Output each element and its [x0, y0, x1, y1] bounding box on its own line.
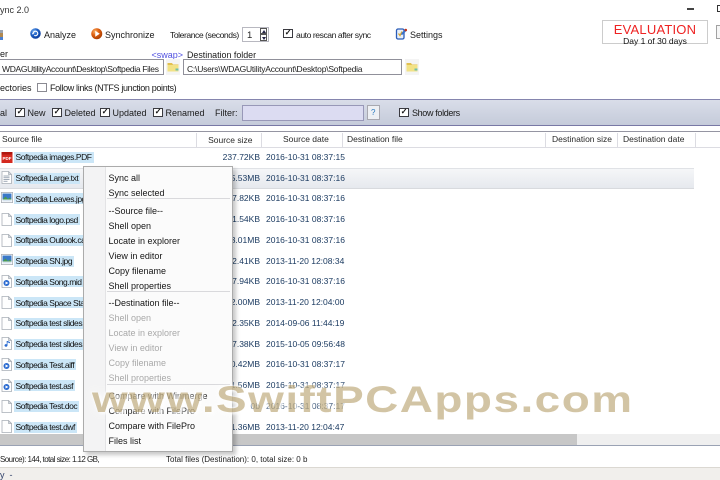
svg-text:PDF: PDF	[3, 156, 12, 161]
